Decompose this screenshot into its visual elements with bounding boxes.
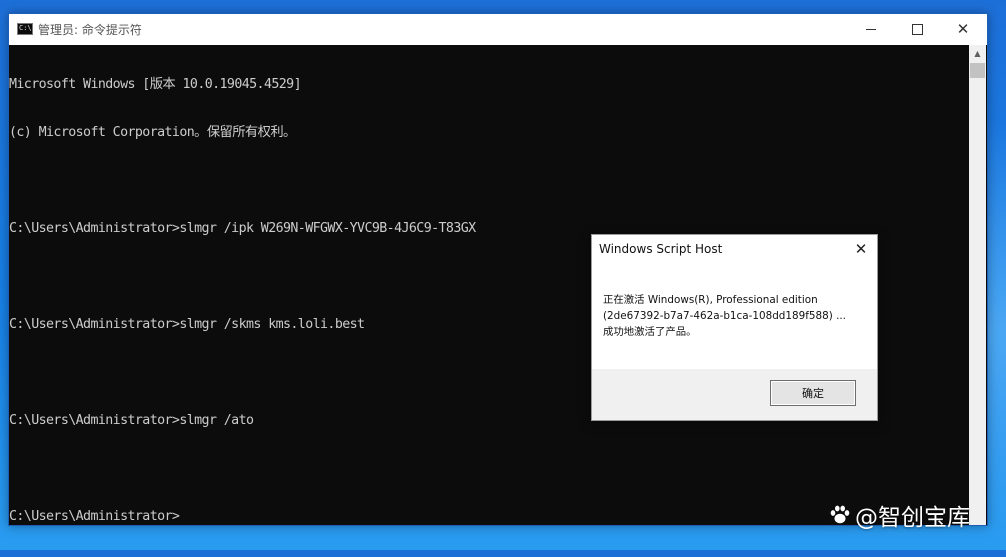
watermark-text: @智创宝库: [855, 505, 970, 531]
maximize-button[interactable]: [894, 14, 940, 45]
console-line: Microsoft Windows [版本 10.0.19045.4529]: [9, 77, 302, 92]
ok-button[interactable]: 确定: [770, 380, 856, 406]
title-bar[interactable]: C:\ 管理员: 命令提示符 ✕: [9, 14, 987, 45]
console-line: (c) Microsoft Corporation。保留所有权利。: [9, 125, 296, 140]
scroll-thumb[interactable]: [970, 63, 985, 78]
dialog-message-line: 成功地激活了产品。: [603, 326, 697, 338]
watermark: @智创宝库: [828, 500, 970, 531]
scroll-up-arrow-icon[interactable]: ▲: [969, 45, 986, 62]
dialog-message-line: (2de67392-b7a7-462a-b1ca-108dd189f588) .…: [603, 310, 846, 322]
dialog-message-line: 正在激活 Windows(R), Professional edition: [603, 294, 818, 306]
cmd-app-icon[interactable]: C:\: [17, 23, 33, 35]
window-title: 管理员: 命令提示符: [38, 23, 142, 37]
dialog-message: 正在激活 Windows(R), Professional edition (2…: [603, 292, 871, 340]
close-icon: ✕: [854, 240, 868, 258]
dialog-title: Windows Script Host: [599, 242, 723, 256]
dialog-close-button[interactable]: ✕: [851, 239, 871, 259]
vertical-scrollbar[interactable]: ▲: [969, 45, 986, 525]
maximize-icon: [911, 24, 923, 35]
windows-script-host-dialog[interactable]: Windows Script Host ✕ 正在激活 Windows(R), P…: [591, 234, 878, 421]
paw-icon: [830, 505, 850, 524]
minimize-button[interactable]: [848, 14, 894, 45]
close-icon: ✕: [956, 20, 970, 38]
minimize-icon: [866, 29, 876, 30]
dialog-button-bar: 确定: [592, 369, 877, 420]
console-prompt-line[interactable]: C:\Users\Administrator>: [9, 509, 969, 525]
close-button[interactable]: ✕: [940, 14, 986, 45]
